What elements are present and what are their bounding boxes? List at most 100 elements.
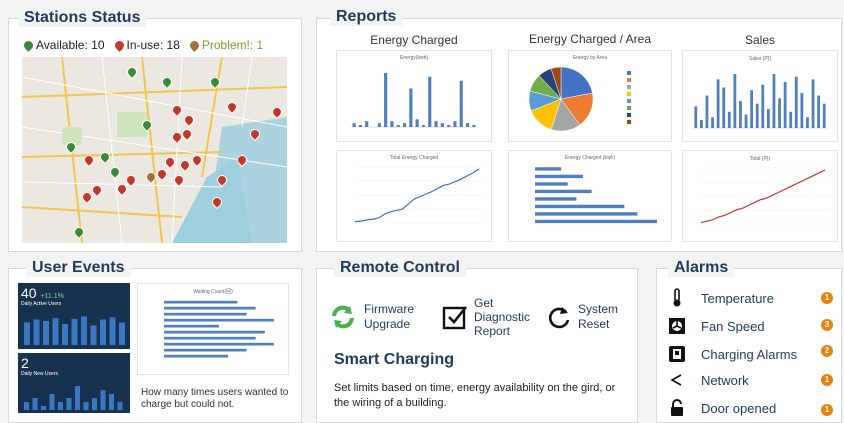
series-line bbox=[354, 168, 480, 223]
bar bbox=[817, 95, 821, 128]
bar bbox=[100, 319, 106, 345]
bar bbox=[447, 125, 451, 127]
problem-pin-icon bbox=[188, 38, 201, 52]
bar bbox=[733, 74, 737, 128]
unlock-icon bbox=[671, 399, 683, 416]
bar bbox=[117, 402, 123, 410]
bar bbox=[41, 406, 46, 410]
bar bbox=[92, 398, 97, 410]
alarm-fan-speed-label: Fan Speed bbox=[701, 318, 765, 334]
system-reset-button[interactable]: System Reset bbox=[546, 302, 622, 332]
alarms-title: Alarms bbox=[668, 259, 735, 277]
map-canvas bbox=[22, 57, 287, 243]
bar bbox=[822, 103, 826, 128]
dnu-value: 2 bbox=[21, 355, 29, 371]
bar bbox=[415, 119, 419, 127]
smart-charging-title: Smart Charging bbox=[334, 351, 455, 368]
reports-title: Reports bbox=[330, 8, 403, 26]
firmware-upgrade-label: Firmware Upgrade bbox=[364, 302, 414, 331]
bar bbox=[75, 386, 80, 410]
bar bbox=[164, 336, 256, 340]
alarm-network[interactable]: Network bbox=[668, 372, 749, 388]
legend-in-use: In-use: 18 bbox=[112, 38, 180, 52]
bar bbox=[81, 316, 87, 345]
bar bbox=[535, 167, 562, 171]
energy-kwh-chart bbox=[351, 73, 477, 128]
reset-icon bbox=[548, 307, 570, 329]
bar bbox=[43, 321, 49, 345]
legend-swatch bbox=[627, 106, 631, 110]
alarm-fan-speed[interactable]: Fan Speed bbox=[668, 317, 765, 335]
bar bbox=[716, 79, 720, 128]
legend-problem: Problem!: 1 bbox=[188, 38, 263, 52]
alarm-charging-label: Charging Alarms bbox=[701, 346, 798, 362]
waiting-bars bbox=[164, 300, 274, 358]
bar bbox=[789, 111, 793, 128]
share-icon bbox=[670, 374, 682, 386]
alarm-charging[interactable]: Charging Alarms bbox=[668, 345, 797, 363]
available-pin-icon bbox=[22, 38, 35, 52]
legend-swatch bbox=[627, 113, 631, 117]
bar bbox=[164, 354, 229, 358]
bar bbox=[535, 189, 592, 194]
bar bbox=[109, 394, 114, 410]
energy-charged-title: Energy Charged bbox=[370, 33, 458, 47]
bar bbox=[755, 103, 759, 128]
bar bbox=[535, 212, 638, 216]
alarm-temperature-label: Temperature bbox=[701, 290, 774, 306]
legend-available: Available: 10 bbox=[22, 38, 105, 52]
bar bbox=[390, 121, 394, 127]
chart-total-energy[interactable]: Total Energy Charged bbox=[336, 150, 492, 242]
firmware-upgrade-button[interactable]: Firmware Upgrade bbox=[328, 302, 422, 332]
dnu-card[interactable]: 2 Daily New Users bbox=[18, 353, 130, 413]
stations-map[interactable] bbox=[22, 57, 287, 243]
alarm-temperature[interactable]: Temperature bbox=[668, 288, 774, 308]
bar bbox=[428, 76, 432, 127]
bar bbox=[535, 182, 568, 186]
mini-sales-title: Sales (円) bbox=[748, 56, 772, 62]
bar bbox=[49, 394, 55, 410]
chart-energy-area-bar[interactable]: Energy Charged (kwh) bbox=[508, 150, 672, 242]
remote-control-title: Remote Control bbox=[334, 259, 466, 277]
dau-card[interactable]: 40 +11.1% Daily Active Users bbox=[18, 283, 130, 349]
diagnostic-report-button[interactable]: Get Diagnostic Report bbox=[442, 296, 534, 338]
bar bbox=[83, 402, 89, 410]
dau-change: +11.1% bbox=[40, 293, 64, 300]
energy-area-title: Energy Charged / Area bbox=[528, 32, 652, 46]
dau-bars bbox=[24, 316, 125, 345]
chart-sales[interactable]: Sales (円) bbox=[682, 50, 838, 142]
bar bbox=[33, 319, 40, 345]
bar bbox=[109, 317, 116, 345]
user-events-caption: How many times users wanted to charge bu… bbox=[141, 387, 289, 410]
total-sales-chart bbox=[700, 167, 831, 225]
system-reset-label: System Reset bbox=[578, 302, 619, 331]
alarm-door-opened[interactable]: Door opened bbox=[668, 399, 776, 417]
stations-legend: Available: 10 In-use: 18 Problem!: 1 bbox=[22, 38, 263, 52]
bar bbox=[453, 121, 457, 127]
bar bbox=[727, 111, 731, 128]
legend-swatch bbox=[627, 99, 631, 103]
energy-by-area-chart bbox=[528, 66, 631, 132]
bar bbox=[396, 125, 400, 127]
alarm-count-badge: 3 bbox=[821, 319, 833, 331]
bar bbox=[384, 73, 388, 127]
stations-title: Stations Status bbox=[18, 9, 147, 27]
bar bbox=[705, 95, 709, 128]
chart-total-sales[interactable]: Total (円) bbox=[682, 150, 838, 242]
bar bbox=[164, 342, 274, 346]
chart-energy-by-area[interactable]: Energy by Area bbox=[508, 50, 672, 142]
bar bbox=[739, 101, 742, 128]
bar bbox=[535, 197, 577, 201]
alarm-count-badge: 1 bbox=[821, 292, 833, 304]
bar bbox=[421, 125, 426, 127]
thermometer-icon bbox=[673, 288, 681, 307]
chart-energy-kwh[interactable]: Energy(kwh) bbox=[336, 50, 492, 142]
waiting-count-chart[interactable]: Waiting Count(回) bbox=[137, 283, 289, 375]
bar bbox=[71, 318, 78, 345]
bar bbox=[722, 87, 726, 128]
bar bbox=[52, 318, 59, 345]
legend-swatch bbox=[627, 78, 631, 82]
bar bbox=[164, 306, 256, 310]
fan-icon bbox=[669, 318, 685, 334]
charging-station-icon bbox=[669, 346, 685, 362]
